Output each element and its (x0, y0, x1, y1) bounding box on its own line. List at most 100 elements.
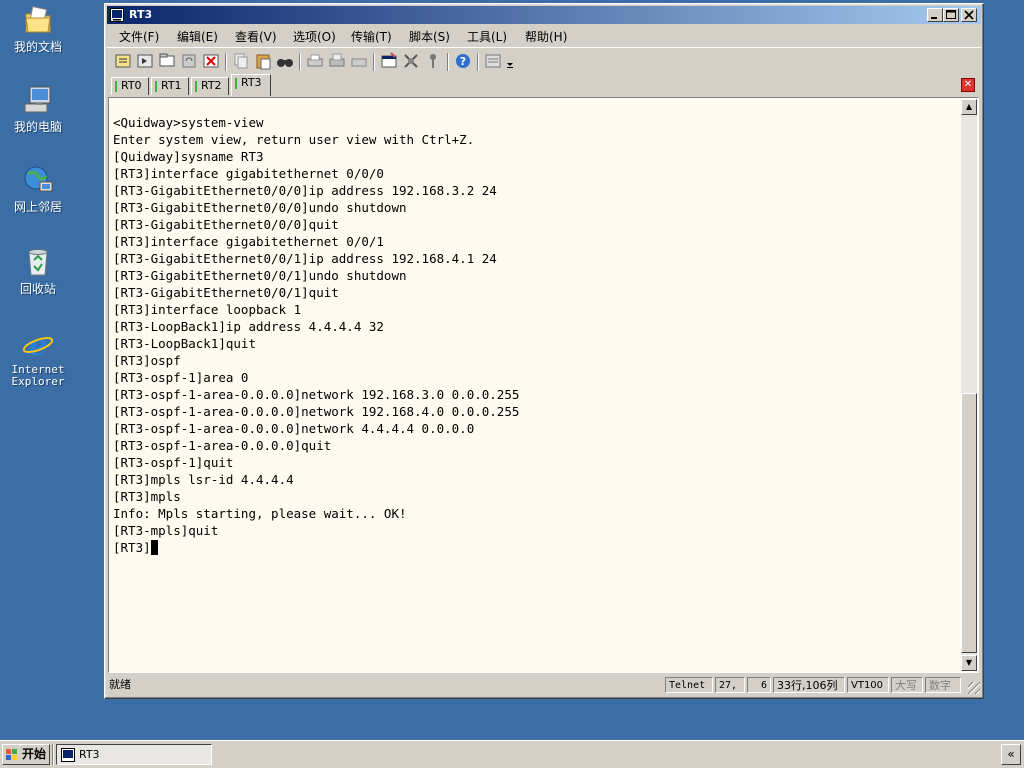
terminal-line: [RT3-ospf-1-area-0.0.0.0]quit (113, 438, 332, 453)
terminal-line: [RT3-GigabitEthernet0/0/0]quit (113, 217, 339, 232)
terminal-line: [RT3-ospf-1-area-0.0.0.0]network 4.4.4.4… (113, 421, 475, 436)
tab-rt0[interactable]: RT0 (111, 77, 149, 95)
my-computer-icon (22, 84, 54, 116)
session-options-icon[interactable] (379, 51, 399, 71)
menu-options[interactable]: 选项(O) (293, 28, 336, 45)
terminal-line: [RT3-GigabitEthernet0/0/1]quit (113, 285, 339, 300)
menu-edit[interactable]: 编辑(E) (177, 28, 218, 45)
desktop-icon-network[interactable]: 网上邻居 (0, 164, 76, 214)
recycle-bin-icon (22, 246, 54, 278)
toolbar: ? (107, 47, 981, 74)
taskbar-item-rt3[interactable]: RT3 (56, 744, 212, 765)
status-caps: 大写 (891, 677, 923, 693)
my-documents-icon (22, 4, 54, 36)
scroll-down-button[interactable]: ▼ (961, 655, 977, 671)
terminal-line: [RT3-GigabitEthernet0/0/1]undo shutdown (113, 268, 407, 283)
taskbar-item-label: RT3 (79, 748, 100, 761)
terminal-line: Info: Mpls starting, please wait... OK! (113, 506, 407, 521)
print-icon[interactable] (305, 51, 325, 71)
desktop-icon-recycle-bin[interactable]: 回收站 (0, 246, 76, 296)
terminal-line: <Quidway>system-view (113, 115, 264, 130)
terminal-line: [RT3]interface gigabitethernet 0/0/0 (113, 166, 384, 181)
terminal-line: [Quidway]sysname RT3 (113, 149, 264, 164)
quick-connect-icon[interactable] (135, 51, 155, 71)
window-title: RT3 (129, 8, 153, 21)
resize-grip[interactable] (968, 682, 980, 694)
terminal-output[interactable]: <Quidway>system-view Enter system view, r… (113, 114, 961, 669)
internet-explorer-icon: e (22, 328, 54, 363)
close-button[interactable] (961, 8, 977, 22)
status-col: 6 (747, 677, 771, 693)
status-terminal-type: VT100 (847, 677, 889, 693)
toolbar-separator (225, 53, 227, 71)
terminal-app-icon (110, 8, 124, 22)
terminal-app-icon (61, 748, 75, 762)
start-label: 开始 (22, 747, 47, 761)
status-bar: 就绪 Telnet 27, 6 33行,106列 VT100 大写 数字 (107, 675, 981, 695)
desktop-icon-label: 我的电脑 (13, 120, 62, 134)
session-tabs: RT0 RT1 RT2 RT3 ✕ (107, 74, 981, 96)
terminal-line: [RT3]interface loopback 1 (113, 302, 302, 317)
status-size: 33行,106列 (773, 677, 845, 693)
menu-tools[interactable]: 工具(L) (467, 28, 507, 45)
toolbar-separator (299, 53, 301, 71)
vertical-scrollbar[interactable]: ▲ ▼ (961, 99, 977, 671)
paste-icon[interactable] (253, 51, 273, 71)
status-ready: 就绪 (109, 678, 131, 691)
terminal-line: [RT3]ospf (113, 353, 181, 368)
terminal-prompt-line: [RT3] (113, 539, 961, 556)
desktop-icon-label: 网上邻居 (13, 200, 62, 214)
scroll-thumb[interactable] (961, 393, 977, 653)
toolbar-separator (447, 53, 449, 71)
menu-file[interactable]: 文件(F) (119, 28, 159, 45)
title-bar[interactable]: RT3 (107, 6, 981, 24)
tab-rt1[interactable]: RT1 (151, 77, 189, 95)
close-tab-button[interactable]: ✕ (961, 78, 975, 92)
connect-icon[interactable] (113, 51, 133, 71)
toolbar-overflow-icon[interactable] (505, 51, 515, 71)
help-icon[interactable]: ? (453, 51, 473, 71)
terminal-line: [RT3-GigabitEthernet0/0/1]ip address 192… (113, 251, 497, 266)
tab-label: RT3 (241, 76, 262, 89)
desktop-icon-my-computer[interactable]: 我的电脑 (0, 84, 76, 134)
menu-transfer[interactable]: 传输(T) (351, 28, 392, 45)
scroll-up-button[interactable]: ▲ (961, 99, 977, 115)
terminal-area[interactable]: <Quidway>system-view Enter system view, r… (108, 97, 979, 673)
menu-help[interactable]: 帮助(H) (525, 28, 567, 45)
disconnect-icon[interactable] (201, 51, 221, 71)
terminal-line: [RT3-GigabitEthernet0/0/0]undo shutdown (113, 200, 407, 215)
network-places-icon (22, 164, 54, 196)
global-options-icon[interactable] (401, 51, 421, 71)
print-setup-icon[interactable] (349, 51, 369, 71)
taskbar-separator (52, 744, 54, 765)
reconnect-icon[interactable] (179, 51, 199, 71)
desktop-icon-internet-explorer[interactable]: e Internet Explorer (0, 328, 76, 388)
desktop-icon-my-documents[interactable]: 我的文档 (0, 4, 76, 54)
find-icon[interactable] (275, 51, 295, 71)
print-selection-icon[interactable] (327, 51, 347, 71)
desktop-icon-label: 回收站 (19, 282, 56, 296)
start-button[interactable]: 开始 (2, 744, 50, 765)
terminal-line: [RT3-ospf-1]area 0 (113, 370, 249, 385)
terminal-line: [RT3-ospf-1]quit (113, 455, 234, 470)
copy-icon[interactable] (231, 51, 251, 71)
status-num: 数字 (925, 677, 961, 693)
tab-rt2[interactable]: RT2 (191, 77, 229, 95)
tab-rt3[interactable]: RT3 (231, 74, 271, 96)
menu-script[interactable]: 脚本(S) (409, 28, 450, 45)
toolbar-separator (477, 53, 479, 71)
terminal-line: [RT3-ospf-1-area-0.0.0.0]network 192.168… (113, 404, 520, 419)
tray-expand-button[interactable]: « (1001, 744, 1021, 765)
maximize-button[interactable] (943, 8, 959, 22)
terminal-line: [RT3]interface gigabitethernet 0/0/1 (113, 234, 384, 249)
sftp-icon[interactable] (483, 51, 503, 71)
desktop-icon-label: Internet Explorer (11, 363, 65, 388)
key-map-icon[interactable] (423, 51, 443, 71)
menu-view[interactable]: 查看(V) (235, 28, 277, 45)
terminal-line: [RT3-LoopBack1]ip address 4.4.4.4 32 (113, 319, 384, 334)
terminal-line: [RT3]mpls lsr-id 4.4.4.4 (113, 472, 294, 487)
minimize-button[interactable] (927, 8, 943, 22)
connect-in-tab-icon[interactable] (157, 51, 177, 71)
terminal-cursor (150, 540, 158, 555)
status-protocol: Telnet (665, 677, 713, 693)
